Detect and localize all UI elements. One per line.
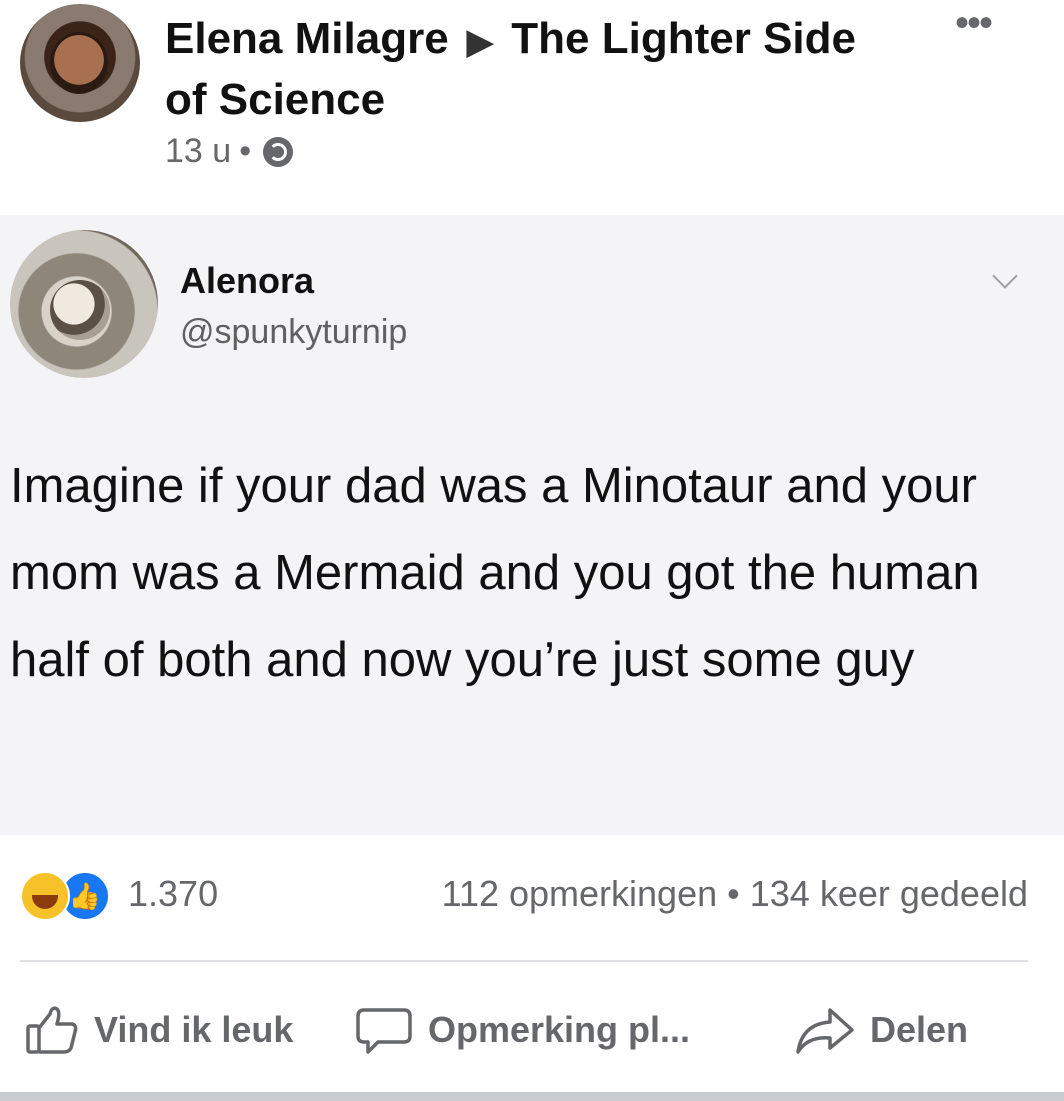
chevron-down-icon <box>992 263 1018 289</box>
action-bar: Vind ik leuk Opmerking pl... Delen <box>0 990 1064 1070</box>
more-icon[interactable]: ••• <box>955 3 993 43</box>
reactions-bar: 👍 1.370 112 opmerkingen • 134 keer gedee… <box>0 858 1064 928</box>
author-avatar[interactable] <box>20 4 140 122</box>
stats-separator: • <box>727 873 740 914</box>
share-icon <box>796 1008 854 1054</box>
thumbs-up-icon <box>26 1006 78 1054</box>
comment-label: Opmerking pl... <box>428 1009 691 1050</box>
share-label: Delen <box>870 1009 969 1050</box>
divider <box>20 960 1028 962</box>
comment-icon <box>356 1008 412 1054</box>
comment-button[interactable]: Opmerking pl... <box>354 990 690 1070</box>
tweet-avatar <box>10 230 158 378</box>
bottom-separator <box>0 1092 1064 1101</box>
haha-reaction-icon[interactable] <box>20 871 70 921</box>
reaction-count[interactable]: 1.370 <box>128 873 218 915</box>
tweet-text: Imagine if your dad was a Minotaur and y… <box>10 459 980 687</box>
globe-icon <box>263 136 294 167</box>
arrow-right-icon: ▶ <box>466 23 494 61</box>
post-time[interactable]: 13 u <box>165 132 231 171</box>
share-button[interactable]: Delen <box>794 990 968 1070</box>
like-button[interactable]: Vind ik leuk <box>24 990 293 1070</box>
share-count[interactable]: 134 keer gedeeld <box>750 873 1028 914</box>
like-label: Vind ik leuk <box>94 1009 294 1050</box>
author-name[interactable]: Elena Milagre <box>165 14 449 63</box>
tweet-handle: @spunkyturnip <box>180 313 408 351</box>
post-meta: 13 u • <box>165 132 294 171</box>
tweet-name: Alenora <box>180 260 315 301</box>
meta-separator: • <box>239 132 252 170</box>
post-title: Elena Milagre ▶ The Lighter Side of Scie… <box>165 10 905 128</box>
comment-count[interactable]: 112 opmerkingen <box>442 873 718 914</box>
engagement-summary: 112 opmerkingen • 134 keer gedeeld <box>442 873 1028 915</box>
post-header: Elena Milagre ▶ The Lighter Side of Scie… <box>0 0 1064 200</box>
tweet-card: Alenora @spunkyturnip Imagine if your da… <box>0 215 1064 835</box>
